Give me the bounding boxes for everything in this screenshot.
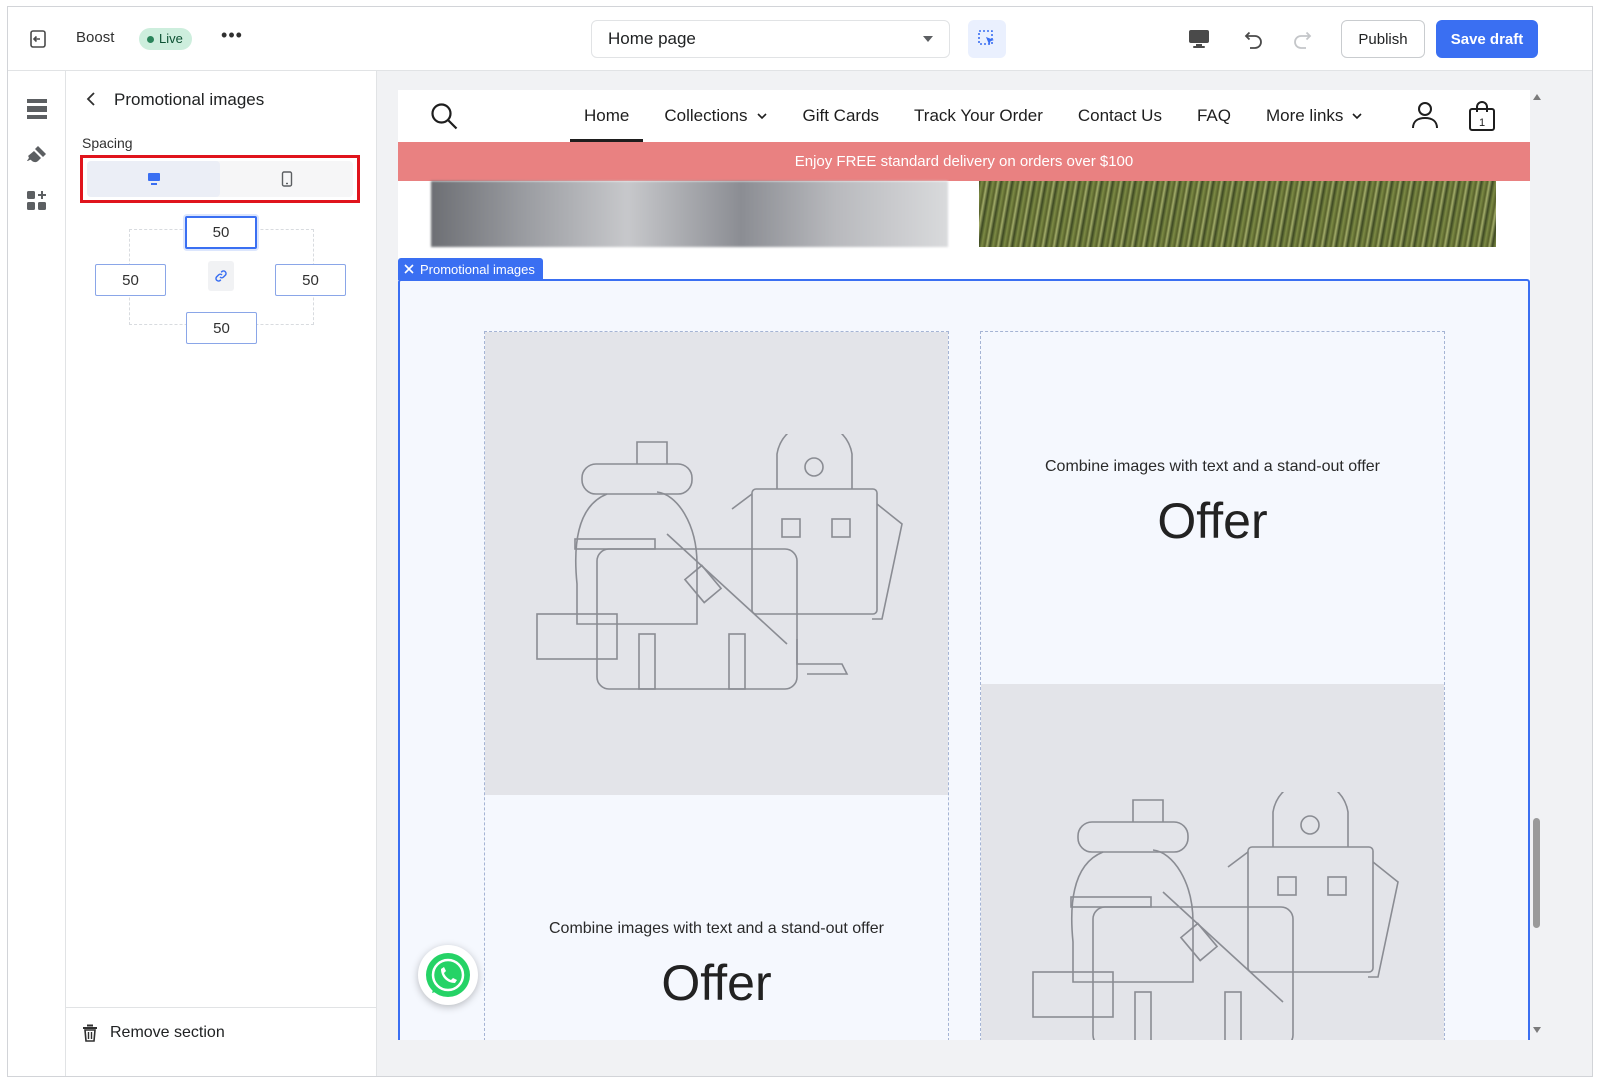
chevron-down-icon [1351,112,1363,120]
search-icon[interactable] [429,101,459,131]
bags-placeholder-image [485,332,948,795]
publish-button[interactable]: Publish [1341,20,1425,58]
promo-subtitle: Combine images with text and a stand-out… [549,920,884,937]
scroll-thumb[interactable] [1533,818,1540,928]
promo-subtitle: Combine images with text and a stand-out… [1045,458,1380,475]
live-status-badge: Live [139,28,192,50]
promo-text-block: Combine images with text and a stand-out… [485,920,948,1012]
rail-theme-settings-button[interactable] [25,143,49,167]
selected-section-label: Promotional images [420,261,535,277]
remove-section-button[interactable]: Remove section [82,1024,225,1042]
select-cursor-icon [978,30,994,45]
nav-label: Contact Us [1077,106,1162,125]
nav-label: Collections [664,106,748,125]
desktop-spacing-tab[interactable] [87,161,220,197]
store-preview: Home Collections Gift Cards Track Your O… [398,90,1530,1040]
top-bar: Boost Live ••• Home page Publish Save dr… [8,7,1592,71]
promo-text-block: Combine images with text and a stand-out… [981,458,1444,550]
nav-label: Home [584,106,630,125]
account-icon[interactable] [1410,100,1440,130]
left-rail [8,71,66,1076]
nav-label: More links [1265,106,1344,125]
promo-card[interactable]: Combine images with text and a stand-out… [980,331,1445,1040]
bags-illustration-icon [535,433,903,690]
inspector-toggle-button[interactable] [968,20,1006,58]
scroll-down-arrow-icon[interactable] [1533,1027,1541,1033]
nav-item-gift-cards[interactable]: Gift Cards [803,90,880,142]
promo-card[interactable]: Combine images with text and a stand-out… [484,331,949,1040]
caret-down-icon [923,36,933,42]
nav-item-faq[interactable]: FAQ [1197,90,1231,142]
collage-image-left [431,181,948,247]
desktop-view-button[interactable] [1186,26,1212,52]
collage-image-right [979,181,1496,247]
nav-item-collections[interactable]: Collections [664,90,767,142]
cart-count: 1 [1479,117,1485,129]
theme-editor-window: Boost Live ••• Home page Publish Save dr… [7,6,1593,1077]
panel-title: Promotional images [114,90,265,109]
app-name: Boost [76,29,115,46]
preview-canvas: Home Collections Gift Cards Track Your O… [377,71,1592,1076]
panel-footer: Remove section [66,1007,377,1076]
exit-icon[interactable] [26,27,50,51]
redo-button[interactable] [1290,26,1316,52]
undo-button[interactable] [1240,26,1266,52]
nav-item-track-order[interactable]: Track Your Order [914,90,1043,142]
back-chevron-icon[interactable] [82,89,102,109]
trash-icon [83,1024,97,1042]
store-header: Home Collections Gift Cards Track Your O… [398,90,1530,142]
nav-item-more-links[interactable]: More links [1266,90,1363,142]
sections-icon [27,99,47,119]
link-icon [215,270,227,282]
page-select-value: Home page [608,29,696,48]
store-nav-menu: Home Collections Gift Cards Track Your O… [570,90,1398,142]
remove-section-label: Remove section [110,1024,225,1041]
whatsapp-icon [426,953,470,997]
spacing-bottom-input[interactable] [186,312,257,344]
redo-icon [1294,31,1312,49]
mobile-icon [281,171,292,187]
desktop-icon [1189,30,1209,48]
scroll-up-arrow-icon[interactable] [1533,94,1541,100]
spacing-label: Spacing [82,135,133,151]
undo-icon [1244,31,1262,49]
selected-section-tag[interactable]: Promotional images [398,258,543,280]
brush-icon [27,146,46,163]
spacing-left-input[interactable] [95,264,166,296]
save-draft-button[interactable]: Save draft [1436,20,1538,58]
rail-apps-button[interactable] [25,189,49,213]
desktop-icon [147,173,160,185]
rail-sections-button[interactable] [25,97,49,121]
cart-icon[interactable]: 1 [1466,100,1498,132]
nav-label: FAQ [1196,106,1231,125]
status-dot-icon [147,35,154,43]
nav-item-contact[interactable]: Contact Us [1078,90,1162,142]
promo-heading: Offer [661,955,772,1011]
bags-illustration-icon [1031,792,1399,1040]
apps-icon [27,191,46,210]
live-label: Live [159,31,183,46]
chevron-down-icon [756,112,768,120]
settings-panel: Promotional images Spacing Remove sectio [66,71,377,1076]
promo-heading: Offer [1157,493,1268,549]
close-icon[interactable] [404,264,414,274]
page-select[interactable]: Home page [591,20,950,58]
device-toggle-highlight [80,155,360,203]
spacing-right-input[interactable] [275,264,346,296]
spacing-top-input[interactable] [185,216,257,249]
nav-label: Track Your Order [914,106,1043,125]
preview-scrollbar[interactable] [1530,90,1544,1040]
more-actions-button[interactable]: ••• [220,25,244,49]
nav-item-home[interactable]: Home [570,90,644,142]
whatsapp-button[interactable] [418,945,478,1005]
link-spacing-button[interactable] [208,261,234,291]
announcement-bar: Enjoy FREE standard delivery on orders o… [398,142,1530,181]
mobile-spacing-tab[interactable] [220,161,353,197]
nav-label: Gift Cards [802,106,880,125]
bags-placeholder-image [981,684,1444,1040]
device-toggle [87,161,353,197]
